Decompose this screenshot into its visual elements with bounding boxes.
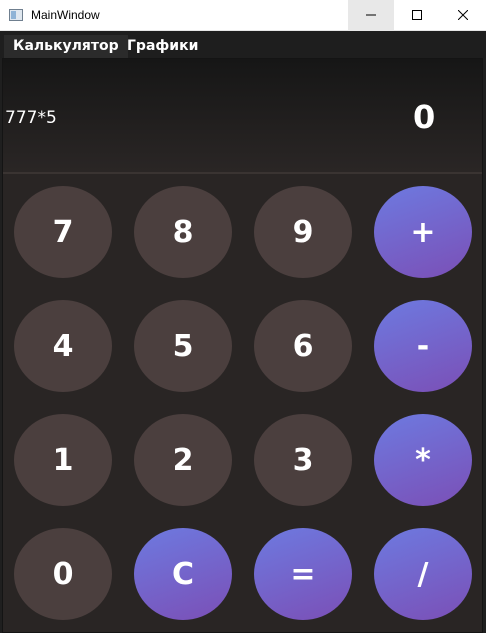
key-3[interactable]: 3: [254, 414, 352, 506]
key-2[interactable]: 2: [134, 414, 232, 506]
tab-graphs[interactable]: Графики: [118, 35, 207, 58]
key-multiply[interactable]: *: [374, 414, 472, 506]
app-window-icon: [9, 9, 23, 21]
minimize-icon: [366, 14, 376, 16]
minimize-button[interactable]: [348, 0, 394, 31]
key-0[interactable]: 0: [14, 528, 112, 620]
maximize-icon: [412, 10, 422, 20]
key-7[interactable]: 7: [14, 186, 112, 278]
key-minus[interactable]: -: [374, 300, 472, 392]
title-bar: MainWindow: [0, 0, 486, 31]
key-5[interactable]: 5: [134, 300, 232, 392]
close-icon: [458, 10, 468, 20]
key-9[interactable]: 9: [254, 186, 352, 278]
key-4[interactable]: 4: [14, 300, 112, 392]
key-6[interactable]: 6: [254, 300, 352, 392]
calculator-display: 777*5 0: [3, 59, 482, 174]
close-button[interactable]: [440, 0, 486, 31]
tab-bar: Калькулятор Графики: [0, 31, 486, 58]
key-clear[interactable]: C: [134, 528, 232, 620]
key-1[interactable]: 1: [14, 414, 112, 506]
result-text: 0: [413, 98, 436, 136]
calculator-panel: 777*5 0 7 8 9 + 4 5 6 - 1 2 3 * 0 C = /: [2, 58, 483, 633]
expression-text: 777*5: [5, 108, 57, 128]
tab-calculator[interactable]: Калькулятор: [4, 35, 128, 58]
key-8[interactable]: 8: [134, 186, 232, 278]
key-plus[interactable]: +: [374, 186, 472, 278]
window-title: MainWindow: [31, 8, 100, 22]
maximize-button[interactable]: [394, 0, 440, 31]
key-divide[interactable]: /: [374, 528, 472, 620]
key-equals[interactable]: =: [254, 528, 352, 620]
